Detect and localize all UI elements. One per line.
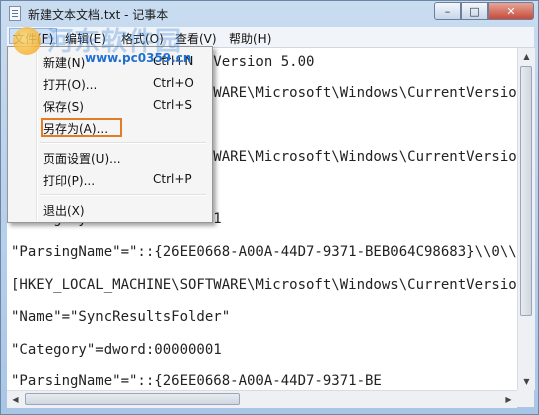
menu-help[interactable]: 帮助(H) xyxy=(229,30,271,47)
text-line: [HKEY_LOCAL_MACHINE\SOFTWARE\Microsoft\W… xyxy=(11,277,517,293)
maximize-button[interactable]: □ xyxy=(461,2,488,20)
menu-view[interactable]: 查看(V) xyxy=(175,30,217,47)
scroll-up-icon[interactable]: ▲ xyxy=(518,48,535,65)
title-bar[interactable]: 新建文本文档.txt - 记事本 – □ ✕ xyxy=(1,1,538,27)
menu-bar: 文件(F) 编辑(E) 格式(O) 查看(V) 帮助(H) xyxy=(7,27,534,48)
text-line: "ParsingName"="::{26EE0668-A00A-44D7-937… xyxy=(11,373,382,389)
menu-separator xyxy=(40,194,206,196)
resize-grip[interactable] xyxy=(517,390,534,407)
menu-item-page-setup[interactable]: 页面设置(U)... xyxy=(11,147,209,168)
window-title: 新建文本文档.txt - 记事本 xyxy=(28,8,169,22)
text-line: "ParsingName"="::{26EE0668-A00A-44D7-937… xyxy=(11,244,517,260)
horizontal-scroll-thumb[interactable] xyxy=(25,393,240,405)
menu-item-label: 打印(P)... xyxy=(43,174,96,188)
menu-item-label: 退出(X) xyxy=(43,204,85,218)
menu-item-label: 打开(O)... xyxy=(43,78,98,92)
menu-item-shortcut: Ctrl+S xyxy=(153,98,193,112)
scroll-left-icon[interactable]: ◀ xyxy=(7,391,24,408)
scroll-down-icon[interactable]: ▼ xyxy=(518,373,535,390)
close-button[interactable]: ✕ xyxy=(488,2,534,20)
menu-item-save[interactable]: 保存(S) Ctrl+S xyxy=(11,95,209,116)
menu-item-shortcut: Ctrl+O xyxy=(153,76,194,90)
menu-item-print[interactable]: 打印(P)... Ctrl+P xyxy=(11,169,209,190)
menu-item-shortcut: Ctrl+N xyxy=(153,54,194,68)
menu-edit[interactable]: 编辑(E) xyxy=(65,30,106,47)
menu-item-label: 保存(S) xyxy=(43,100,84,114)
vertical-scroll-thumb[interactable] xyxy=(520,66,532,316)
horizontal-scrollbar[interactable]: ◀ ▶ xyxy=(7,390,517,408)
menu-file[interactable]: 文件(F) xyxy=(9,28,58,46)
vertical-scrollbar[interactable]: ▲ ▼ xyxy=(517,48,535,390)
menu-item-shortcut: Ctrl+P xyxy=(153,172,192,186)
menu-item-label: 页面设置(U)... xyxy=(43,152,121,166)
menu-item-open[interactable]: 打开(O)... Ctrl+O xyxy=(11,73,209,94)
menu-separator xyxy=(40,142,206,144)
menu-item-save-as[interactable]: 另存为(A)... xyxy=(11,117,209,138)
notepad-icon xyxy=(9,6,21,21)
file-menu-dropdown: 新建(N) Ctrl+N 打开(O)... Ctrl+O 保存(S) Ctrl+… xyxy=(7,46,213,223)
text-line: "Name"="SyncResultsFolder" xyxy=(11,309,231,325)
minimize-button[interactable]: – xyxy=(434,2,461,20)
menu-item-new[interactable]: 新建(N) Ctrl+N xyxy=(11,51,209,72)
menu-item-label: 另存为(A)... xyxy=(43,122,109,136)
notepad-window: 新建文本文档.txt - 记事本 – □ ✕ 文件(F) 编辑(E) 格式(O)… xyxy=(0,0,539,415)
menu-format[interactable]: 格式(O) xyxy=(121,30,164,47)
menu-item-exit[interactable]: 退出(X) xyxy=(11,199,209,220)
scroll-right-icon[interactable]: ▶ xyxy=(500,391,517,408)
menu-item-label: 新建(N) xyxy=(43,56,86,70)
text-line: "Category"=dword:00000001 xyxy=(11,342,222,358)
